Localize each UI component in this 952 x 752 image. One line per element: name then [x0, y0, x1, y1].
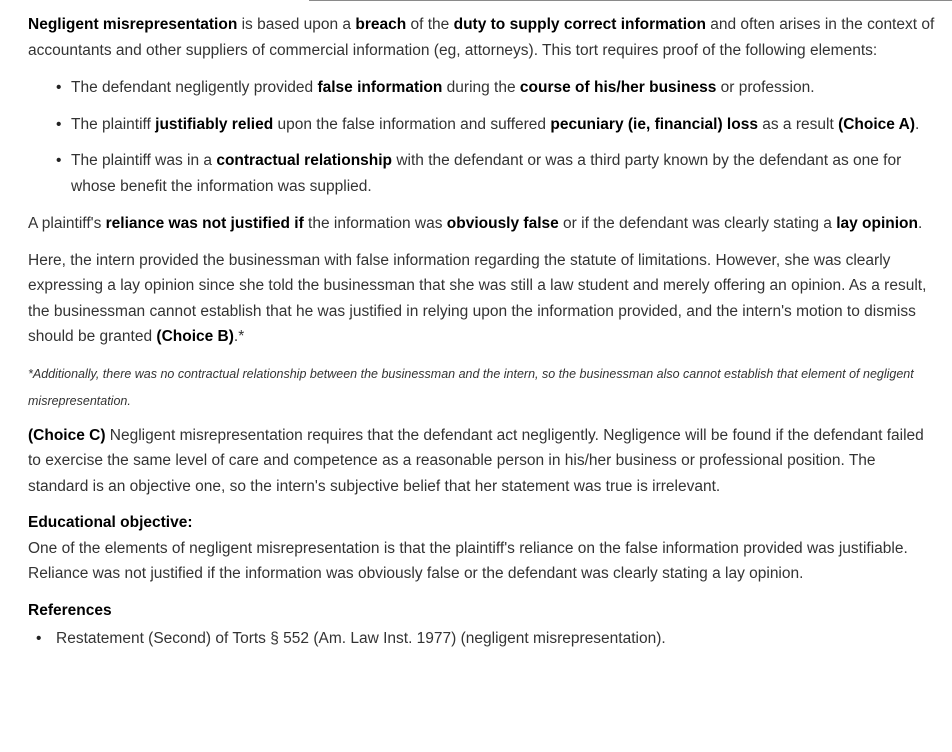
choice-c-paragraph: (Choice C) Negligent misrepresentation r… — [28, 426, 924, 495]
explanation-content: Negligent misrepresentation is based upo… — [28, 12, 936, 652]
reference-item: Restatement (Second) of Torts § 552 (Am.… — [28, 626, 936, 652]
list-item: The plaintiff justifiably relied upon th… — [28, 112, 936, 138]
references-list: Restatement (Second) of Torts § 552 (Am.… — [28, 626, 936, 652]
choice-c-label: (Choice C) — [28, 426, 106, 444]
choice-a-ref: (Choice A) — [838, 115, 916, 133]
intro-paragraph: Negligent misrepresentation is based upo… — [28, 16, 935, 59]
term-negligent-misrepresentation: Negligent misrepresentation — [28, 16, 238, 33]
top-divider — [309, 0, 952, 1]
analysis-paragraph: Here, the intern provided the businessma… — [28, 251, 927, 346]
footnote: *Additionally, there was no contractual … — [28, 366, 914, 408]
list-item: The defendant negligently provided false… — [28, 75, 936, 101]
elements-list: The defendant negligently provided false… — [28, 75, 936, 199]
list-item: The plaintiff was in a contractual relat… — [28, 148, 936, 199]
educational-objective-heading: Educational objective: — [28, 514, 193, 531]
educational-objective-text: One of the elements of negligent misrepr… — [28, 539, 908, 583]
reliance-paragraph: A plaintiff's reliance was not justified… — [28, 215, 923, 232]
choice-b-ref: (Choice B) — [156, 328, 234, 345]
references-heading: References — [28, 601, 112, 619]
